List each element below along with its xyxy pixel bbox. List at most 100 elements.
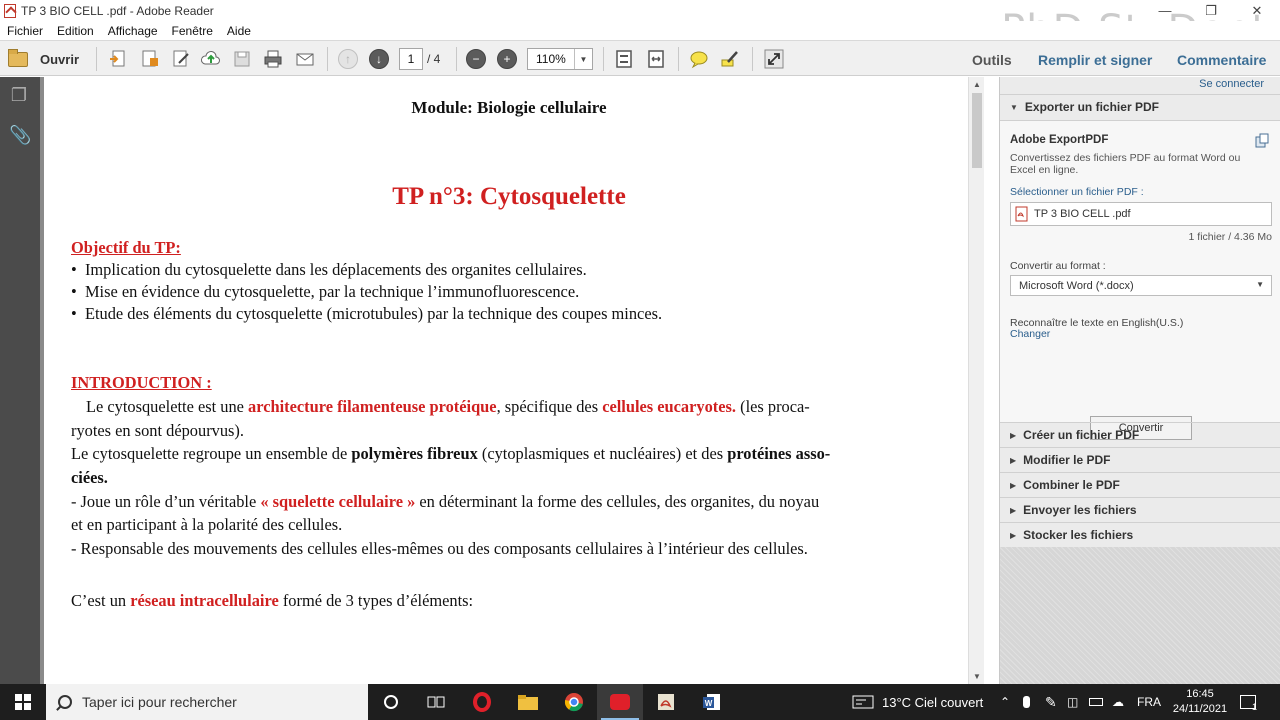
word-app[interactable]: W xyxy=(689,684,735,720)
speech-bubble-icon xyxy=(690,51,708,69)
microphone-icon xyxy=(1023,696,1030,708)
edit-button[interactable] xyxy=(170,47,192,71)
pen-button[interactable]: ✎ xyxy=(1045,684,1057,720)
battery-icon xyxy=(1089,698,1103,706)
section-label: Combiner le PDF xyxy=(1023,478,1120,492)
notification-count: 1 xyxy=(1252,702,1258,712)
open-button[interactable]: Ouvrir xyxy=(8,47,79,71)
expand-button[interactable] xyxy=(763,47,785,71)
opera-app[interactable] xyxy=(459,684,505,720)
create-pdf-icon xyxy=(110,50,125,67)
fit-page-button[interactable] xyxy=(613,47,635,71)
objective-item: • Mise en évidence du cytosquelette, par… xyxy=(71,282,580,301)
send-files-section[interactable]: ▶ Envoyer les fichiers xyxy=(1000,497,1280,522)
next-page-button[interactable]: ↓ xyxy=(369,47,389,71)
task-view-button[interactable] xyxy=(413,684,459,720)
pen-icon: ✎ xyxy=(1045,693,1057,710)
opera-icon xyxy=(473,692,491,712)
format-select[interactable]: Microsoft Word (*.docx) ▼ xyxy=(1010,275,1272,296)
battery-button[interactable] xyxy=(1089,684,1103,720)
svg-text:W: W xyxy=(705,699,713,708)
triangle-right-icon: ▶ xyxy=(1010,455,1017,465)
toolbar-separator xyxy=(752,47,753,71)
export-pdf-header[interactable]: ▼ Exporter un fichier PDF xyxy=(1000,94,1280,119)
notification-center-button[interactable]: 1 xyxy=(1240,684,1257,720)
language-indicator[interactable]: FRA xyxy=(1137,684,1161,720)
zoom-select[interactable]: 110% ▼ xyxy=(527,48,593,70)
comment-tab[interactable]: Commentaire xyxy=(1177,48,1266,72)
taskbar-search[interactable]: Taper ici pour rechercher xyxy=(46,684,368,720)
tools-tab[interactable]: Outils xyxy=(972,48,1012,72)
change-language-link[interactable]: Changer xyxy=(1010,328,1050,340)
upload-button[interactable] xyxy=(200,47,222,71)
window-controls: — ❐ ✕ xyxy=(1142,0,1280,21)
close-icon[interactable]: ✕ xyxy=(1234,3,1280,19)
format-value: Microsoft Word (*.docx) xyxy=(1019,279,1134,292)
weather-icon xyxy=(852,695,874,709)
menu-fenetre[interactable]: Fenêtre xyxy=(165,24,220,38)
clock[interactable]: 16:45 24/11/2021 xyxy=(1170,684,1230,720)
restore-icon[interactable]: ❐ xyxy=(1188,3,1234,19)
paperclip-icon[interactable]: 📎 xyxy=(9,125,31,147)
menu-fichier[interactable]: Fichier xyxy=(0,24,50,38)
file-explorer-app[interactable] xyxy=(505,684,551,720)
fit-width-button[interactable] xyxy=(645,47,667,71)
zoom-in-button[interactable]: + xyxy=(497,47,517,71)
export-settings-icon[interactable] xyxy=(1254,133,1270,149)
create-pdf-section[interactable]: ▶ Créer un fichier PDF xyxy=(1000,422,1280,447)
save-pdf-button[interactable] xyxy=(139,47,161,71)
windows-logo-icon xyxy=(15,694,31,710)
menu-aide[interactable]: Aide xyxy=(220,24,258,38)
selected-file-field[interactable]: TP 3 BIO CELL .pdf xyxy=(1010,202,1272,226)
scroll-up-icon[interactable]: ▲ xyxy=(969,80,985,89)
sticky-note-button[interactable] xyxy=(688,47,710,71)
toolbar-separator xyxy=(96,47,97,71)
page-thumbnails-icon[interactable]: ❐ xyxy=(9,85,29,107)
menu-affichage[interactable]: Affichage xyxy=(101,24,165,38)
network-icon: ◫ xyxy=(1067,695,1079,709)
chrome-app[interactable] xyxy=(551,684,597,720)
previous-page-button[interactable]: ↑ xyxy=(338,47,358,71)
minimize-icon[interactable]: — xyxy=(1142,3,1188,18)
volume-icon: ☁ xyxy=(1112,695,1124,709)
chevron-down-icon: ▼ xyxy=(574,49,592,69)
vertical-scrollbar[interactable]: ▲ ▼ xyxy=(968,77,984,684)
volume-button[interactable]: ☁ xyxy=(1112,684,1124,720)
section-label: Créer un fichier PDF xyxy=(1023,428,1140,442)
fill-sign-tab[interactable]: Remplir et signer xyxy=(1038,48,1152,72)
create-pdf-button[interactable] xyxy=(107,47,129,71)
save-button[interactable] xyxy=(231,47,253,71)
start-button[interactable] xyxy=(0,684,46,720)
combine-pdf-section[interactable]: ▶ Combiner le PDF xyxy=(1000,472,1280,497)
print-button[interactable] xyxy=(262,47,284,71)
acrobat-reader-app[interactable] xyxy=(643,684,689,720)
printer-icon xyxy=(264,50,282,68)
clock-time: 16:45 xyxy=(1186,688,1214,700)
microphone-button[interactable] xyxy=(1023,684,1030,720)
highlighter-icon xyxy=(721,51,738,67)
cortana-button[interactable] xyxy=(368,684,414,720)
scroll-down-icon[interactable]: ▼ xyxy=(969,672,985,681)
intro-paragraph-line: Le cytosquelette est une architecture fi… xyxy=(86,397,810,416)
plus-icon: + xyxy=(497,49,517,69)
document-title: TP n°3: Cytosquelette xyxy=(392,183,626,210)
edit-pdf-section[interactable]: ▶ Modifier le PDF xyxy=(1000,447,1280,472)
page-number-input[interactable]: 1 xyxy=(399,48,423,70)
zoom-value: 110% xyxy=(536,52,566,66)
weather-widget[interactable]: 13°C Ciel couvert xyxy=(852,684,983,720)
sign-in-link[interactable]: Se connecter xyxy=(1199,78,1264,90)
triangle-right-icon: ▶ xyxy=(1010,430,1017,440)
network-button[interactable]: ◫ xyxy=(1067,684,1078,720)
zoom-out-button[interactable]: − xyxy=(466,47,486,71)
chevron-up-icon: ⌃ xyxy=(1000,695,1011,709)
email-button[interactable] xyxy=(294,47,316,71)
export-service-title: Adobe ExportPDF xyxy=(1010,134,1109,146)
scrollbar-thumb[interactable] xyxy=(972,93,982,168)
highlight-button[interactable] xyxy=(719,47,741,71)
screen-recorder-app[interactable] xyxy=(597,684,643,720)
store-files-section[interactable]: ▶ Stocker les fichiers xyxy=(1000,522,1280,547)
menu-edition[interactable]: Edition xyxy=(50,24,101,38)
hidden-icons-button[interactable]: ⌃ xyxy=(1000,684,1010,720)
chrome-icon xyxy=(564,693,583,712)
navigation-pane: ❐ 📎 xyxy=(0,77,40,684)
